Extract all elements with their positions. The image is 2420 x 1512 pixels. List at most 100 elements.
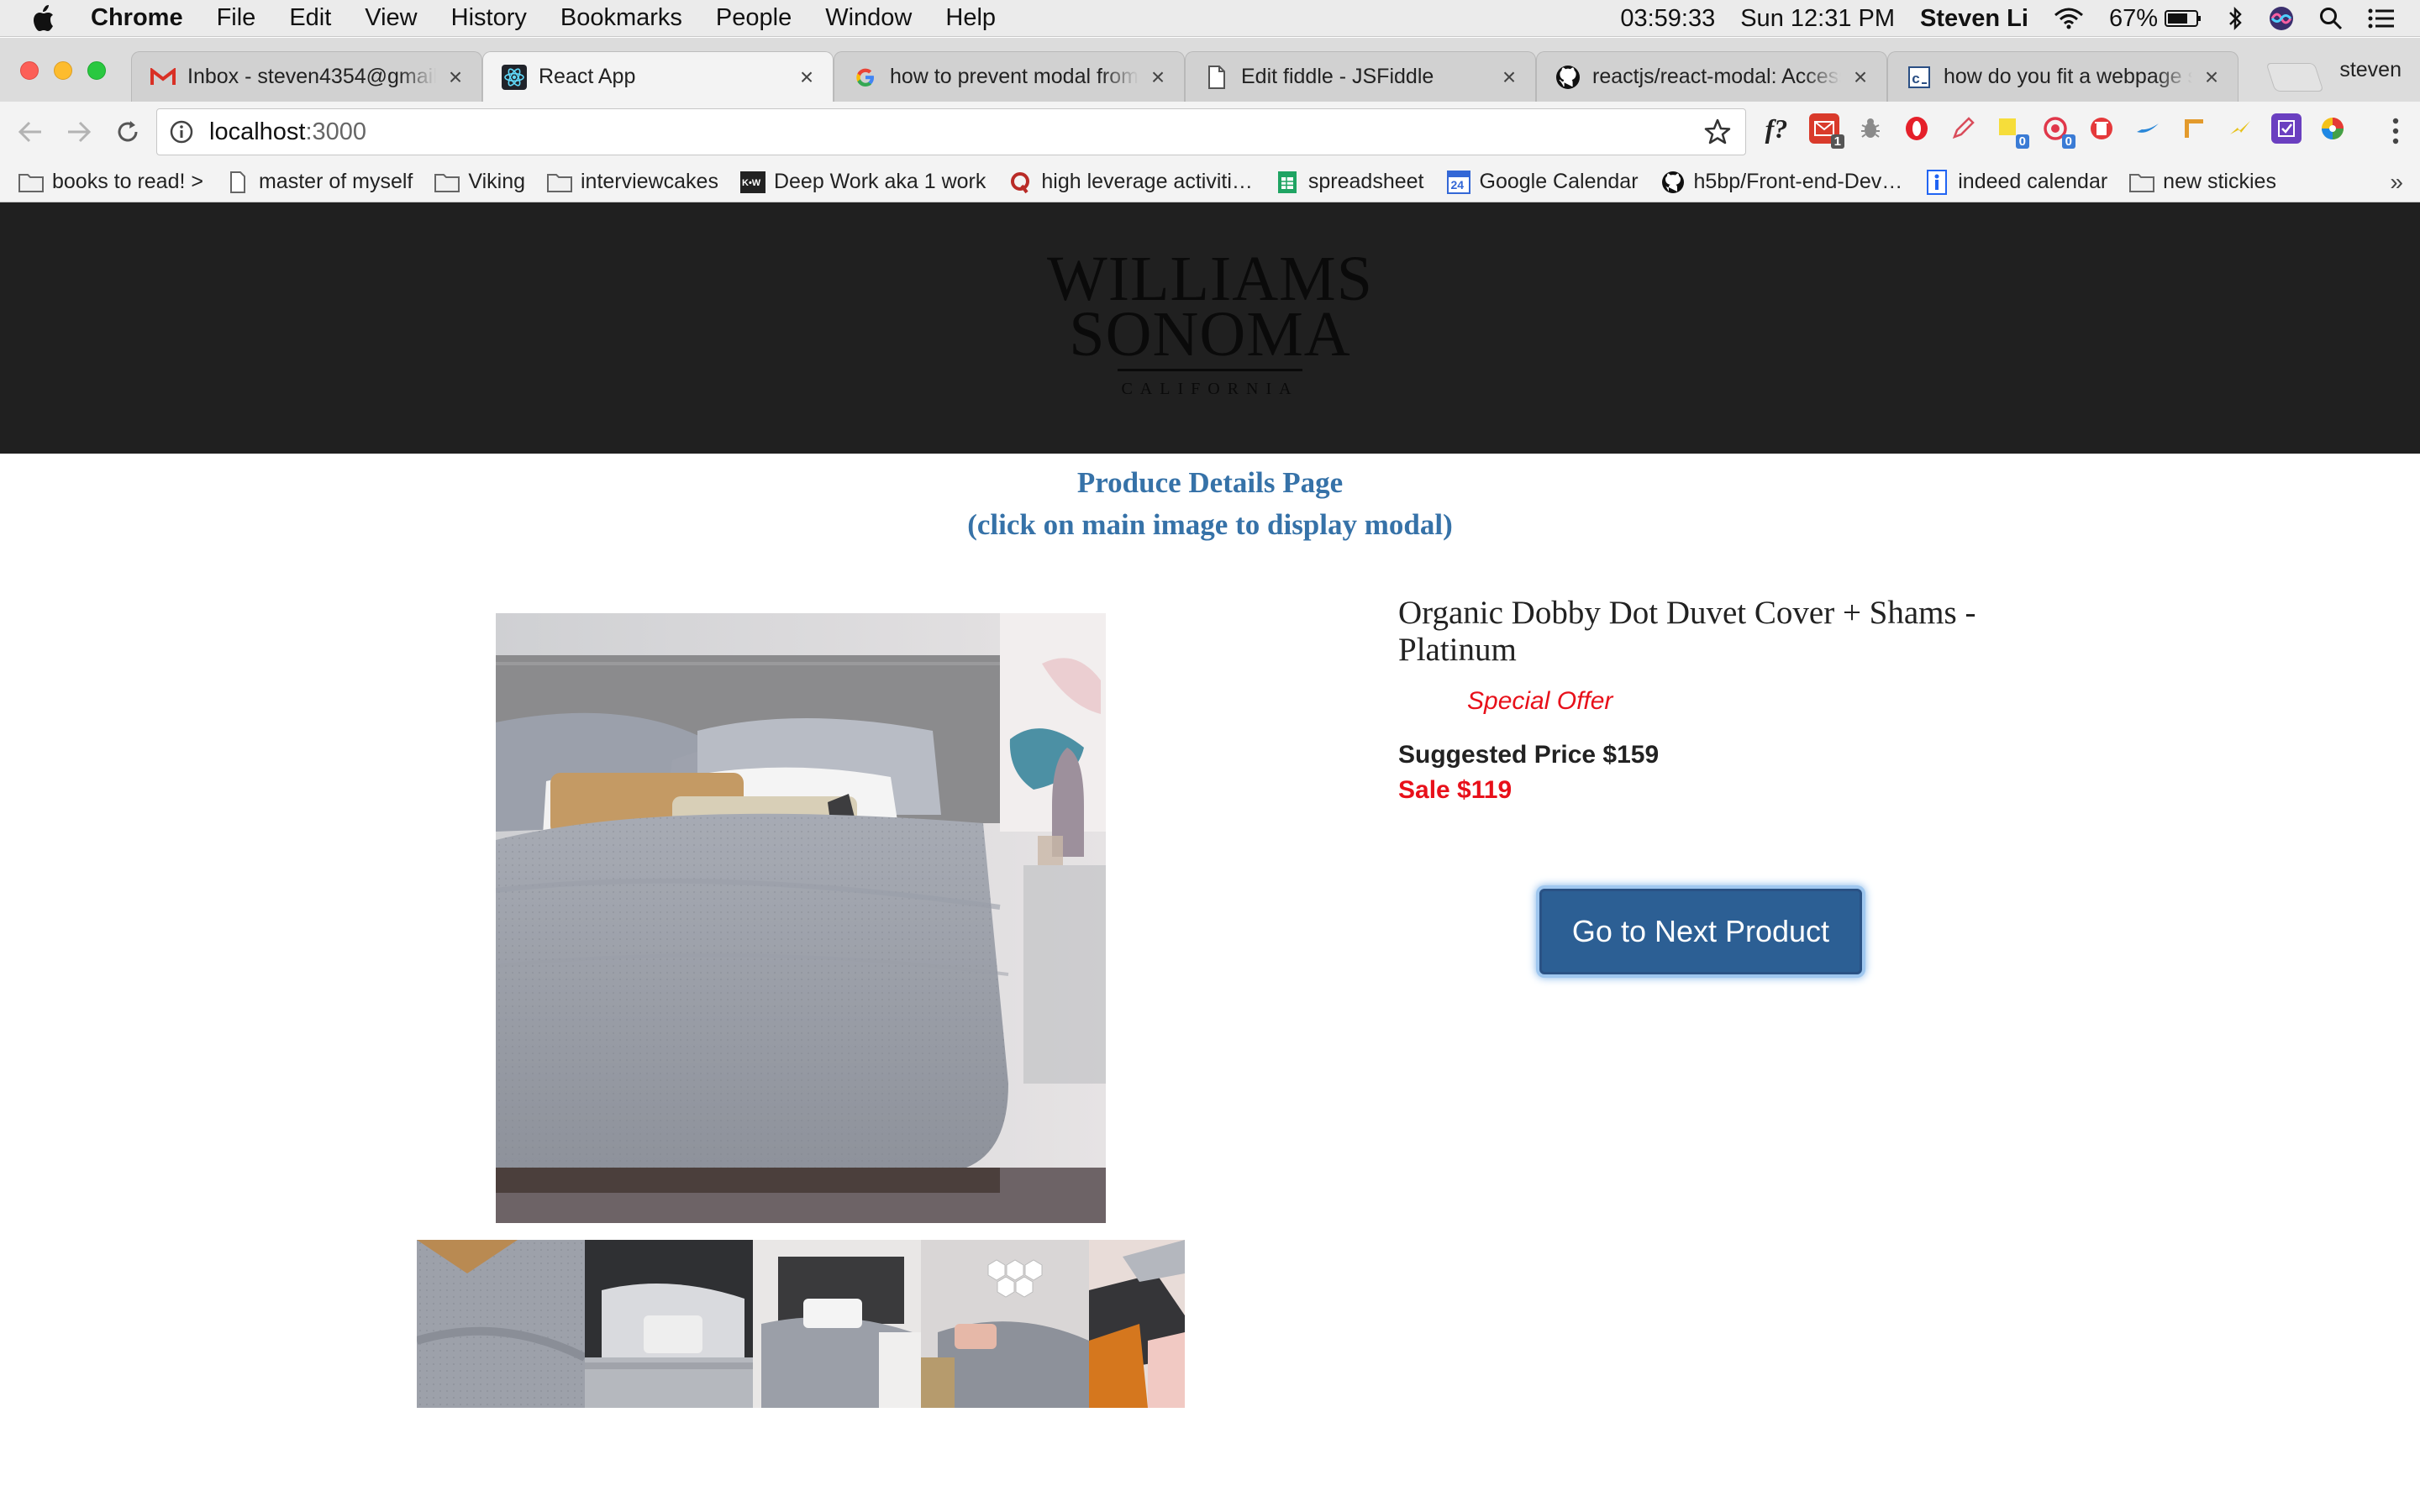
bookmark-label: high leverage activiti… — [1041, 170, 1253, 193]
bookmark-viking[interactable]: Viking — [434, 170, 525, 194]
bookmark-deep-work[interactable]: K•W Deep Work aka 1 work — [739, 170, 986, 194]
apple-icon[interactable] — [32, 4, 66, 33]
svg-text:K•W: K•W — [742, 178, 761, 188]
bookmark-star-icon[interactable] — [1703, 118, 1732, 146]
folder-icon — [18, 171, 44, 194]
gmail-icon — [150, 65, 176, 90]
page-heading: Produce Details Page (click on main imag… — [0, 462, 2420, 546]
folder-icon — [547, 171, 572, 194]
ruler-icon[interactable] — [2179, 113, 2209, 144]
tab-title: Inbox - steven4354@gmail.com — [187, 65, 436, 88]
williams-sonoma-logo: WILLIAMS SONOMA CALIFORNIA — [1042, 247, 1378, 399]
lightning-icon[interactable] — [2225, 113, 2255, 144]
menu-window[interactable]: Window — [825, 4, 912, 32]
address-bar[interactable]: localhost:3000 — [156, 108, 1746, 155]
window-close-button[interactable] — [20, 61, 39, 80]
indeed-icon — [1924, 169, 1949, 195]
gmail-checker-icon[interactable]: 1 — [1809, 113, 1844, 149]
bookmark-high-leverage[interactable]: high leverage activiti… — [1007, 170, 1253, 194]
pocket-tracker-icon[interactable]: 0 — [2040, 113, 2075, 149]
tab-gmail-inbox[interactable]: Inbox - steven4354@gmail.com × — [131, 51, 482, 102]
tab-title: Edit fiddle - JSFiddle — [1241, 65, 1434, 88]
bluetooth-icon[interactable] — [2227, 6, 2244, 31]
menu-view[interactable]: View — [365, 4, 417, 32]
bookmark-label: new stickies — [2163, 170, 2276, 193]
menu-help[interactable]: Help — [945, 4, 996, 32]
menu-bookmarks[interactable]: Bookmarks — [560, 4, 682, 32]
checkbox-extension-icon[interactable] — [2271, 113, 2302, 144]
kw-icon: K•W — [739, 171, 765, 194]
siri-icon[interactable] — [2269, 6, 2294, 31]
tab-fit-webpage[interactable]: c how do you fit a webpage s × — [1887, 51, 2238, 102]
menu-edit[interactable]: Edit — [289, 4, 331, 32]
tab-github-react-modal[interactable]: reactjs/react-modal: Accessible × — [1536, 51, 1887, 102]
bookmark-new-stickies[interactable]: new stickies — [2129, 170, 2276, 194]
tab-strip: Inbox - steven4354@gmail.com × React App… — [0, 38, 2420, 102]
info-icon[interactable] — [167, 118, 196, 146]
bookmark-books-to-read[interactable]: books to read! > — [18, 170, 203, 194]
notification-center-icon[interactable] — [2368, 8, 2395, 29]
page-title: Produce Details Page — [1076, 466, 1344, 499]
forward-icon[interactable] — [60, 113, 97, 150]
bookmark-label: master of myself — [258, 170, 413, 193]
close-tab-icon[interactable]: × — [1849, 64, 1871, 91]
close-tab-icon[interactable]: × — [445, 64, 466, 91]
thumbnail-image[interactable] — [1089, 1240, 1185, 1408]
profile-name[interactable]: steven — [2339, 58, 2402, 82]
chrome-menu-icon[interactable] — [2391, 117, 2400, 150]
window-zoom-button[interactable] — [87, 61, 106, 80]
tab-jsfiddle[interactable]: Edit fiddle - JSFiddle × — [1185, 51, 1536, 102]
user-menu[interactable]: Steven Li — [1920, 5, 2028, 33]
clock[interactable]: Sun 12:31 PM — [1740, 5, 1895, 33]
bug-icon[interactable] — [1855, 113, 1886, 144]
spotlight-search-icon[interactable] — [2319, 7, 2343, 30]
close-tab-icon[interactable]: × — [2201, 64, 2223, 91]
thumbnail-image[interactable] — [753, 1240, 921, 1408]
window-minimize-button[interactable] — [54, 61, 72, 80]
tab-google-search[interactable]: how to prevent modal from × — [834, 51, 1185, 102]
sticky-notes-icon[interactable]: 0 — [1994, 113, 2029, 149]
thumbnail-image[interactable] — [417, 1240, 585, 1408]
thumbnail-strip — [417, 1240, 1185, 1408]
close-tab-icon[interactable]: × — [1147, 64, 1169, 91]
battery-percent: 67% — [2108, 4, 2158, 32]
back-icon[interactable] — [12, 113, 49, 150]
menu-people[interactable]: People — [716, 4, 792, 32]
thumbnail-image[interactable] — [921, 1240, 1089, 1408]
github-icon — [1555, 65, 1581, 90]
chevron-more-icon[interactable]: » — [2390, 169, 2403, 196]
bookmark-label: Viking — [468, 170, 525, 193]
special-offer-label: Special Offer — [1467, 687, 1613, 715]
battery-icon[interactable] — [2165, 9, 2202, 28]
main-product-image[interactable] — [496, 613, 1106, 1223]
timer-readout[interactable]: 03:59:33 — [1620, 5, 1715, 33]
page-subtitle: (click on main image to display modal) — [967, 508, 1453, 541]
reload-icon[interactable] — [109, 113, 146, 150]
bookmark-indeed-calendar[interactable]: indeed calendar — [1924, 169, 2107, 195]
thumbnail-image[interactable] — [585, 1240, 753, 1408]
bookmark-interviewcakes[interactable]: interviewcakes — [547, 170, 718, 194]
new-tab-button[interactable] — [2265, 63, 2324, 92]
badge: 0 — [2061, 134, 2075, 149]
tab-react-app[interactable]: React App × — [482, 51, 834, 102]
color-wheel-icon[interactable] — [2317, 113, 2348, 144]
close-tab-icon[interactable]: × — [1498, 64, 1520, 91]
bookmark-h5bp[interactable]: h5bp/Front-end-Dev… — [1660, 170, 1902, 194]
bookmark-google-calendar[interactable]: 24 Google Calendar — [1446, 170, 1639, 194]
next-product-button[interactable]: Go to Next Product — [1539, 889, 1862, 974]
tab-title: how to prevent modal from — [890, 65, 1139, 88]
menu-file[interactable]: File — [217, 4, 256, 32]
bookmark-spreadsheet[interactable]: spreadsheet — [1275, 170, 1424, 194]
swoosh-icon[interactable] — [2133, 113, 2163, 144]
opera-icon[interactable] — [1902, 113, 1932, 144]
wifi-icon[interactable] — [2054, 7, 2084, 30]
menu-history[interactable]: History — [451, 4, 527, 32]
bookmark-master-of-myself[interactable]: master of myself — [225, 170, 413, 194]
pencil-icon[interactable] — [1948, 113, 1978, 144]
font-finder-icon[interactable]: f? — [1760, 113, 1793, 144]
menu-app-chrome[interactable]: Chrome — [91, 4, 183, 32]
delete-extension-icon[interactable] — [2086, 113, 2117, 144]
sale-price: Sale $119 — [1398, 776, 1512, 804]
close-tab-icon[interactable]: × — [796, 64, 818, 91]
product-title: Organic Dobby Dot Duvet Cover + Shams - … — [1398, 595, 1976, 668]
